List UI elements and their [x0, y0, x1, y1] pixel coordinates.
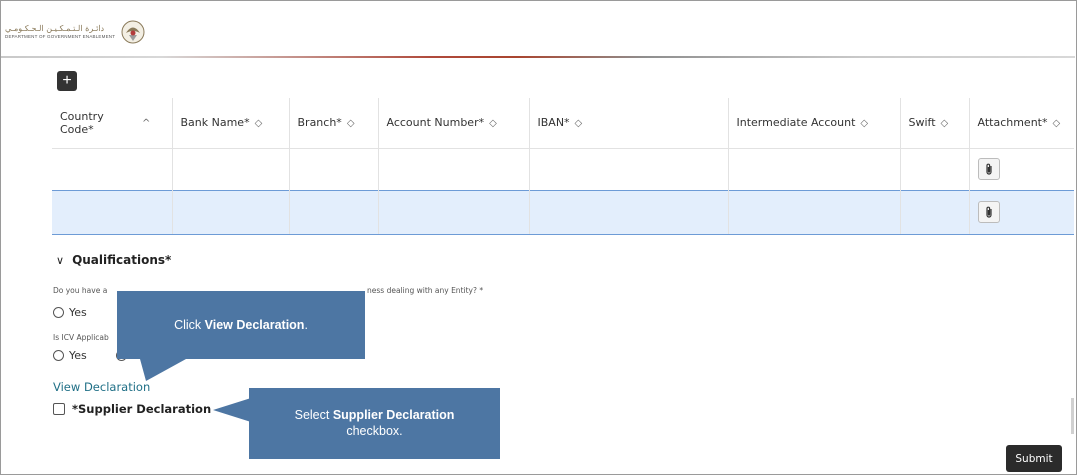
radio-label: Yes [69, 349, 87, 362]
supplier-declaration-checkbox-row[interactable]: *Supplier Declaration [53, 402, 211, 416]
table-header-row: Country Code* ^ Bank Name* ◇ Branch* ◇ Acco… [52, 98, 1074, 148]
column-label: Account Number* [386, 116, 485, 130]
table-row[interactable] [52, 147, 1074, 190]
column-header-bank-name[interactable]: Bank Name* ◇ [171, 98, 289, 148]
cell-bank-name[interactable] [171, 147, 289, 190]
column-label: Swift [908, 116, 936, 130]
radio-circle [53, 307, 64, 318]
chevron-down-icon: ∨ [56, 253, 65, 267]
sort-icon[interactable]: ◇ [255, 118, 263, 129]
tooltip-pointer-icon [213, 398, 251, 422]
tooltip-text-suffix: checkbox. [346, 423, 403, 438]
logo-arabic-text: دائـرة الـتـمـكـيـن الـحـكـومـي [5, 23, 105, 33]
column-label: Intermediate Account [736, 116, 856, 130]
sort-icon[interactable]: ◇ [941, 118, 949, 129]
scrollbar-thumb[interactable] [1071, 398, 1074, 434]
cell-intermediate-account[interactable] [727, 147, 900, 190]
cell-bank-name[interactable] [171, 189, 289, 235]
cell-branch[interactable] [288, 189, 378, 235]
tooltip-select-supplier-declaration: Select Supplier Declaration checkbox. [249, 388, 500, 459]
attach-file-button[interactable] [977, 158, 1000, 180]
cell-account-number[interactable] [377, 147, 529, 190]
paperclip-icon [985, 163, 992, 175]
sort-icon[interactable]: ◇ [860, 118, 868, 129]
sort-icon[interactable]: ◇ [347, 118, 355, 129]
column-header-country-code[interactable]: Country Code* ^ [52, 98, 172, 148]
column-label: IBAN* [537, 116, 570, 130]
cell-branch[interactable] [288, 147, 378, 190]
view-declaration-link[interactable]: View Declaration [53, 380, 150, 394]
sort-asc-icon[interactable]: ^ [142, 118, 150, 129]
tooltip-text-bold: View Declaration [204, 318, 305, 332]
bank-details-table: Country Code* ^ Bank Name* ◇ Branch* ◇ Acco… [52, 98, 1074, 235]
cell-swift[interactable] [899, 147, 969, 190]
logo-english-text: DEPARTMENT OF GOVERNMENT ENABLEMENT [5, 33, 116, 39]
cell-country-code[interactable] [52, 147, 172, 190]
tooltip-text-prefix: Click [174, 318, 205, 332]
department-logo[interactable]: دائـرة الـتـمـكـيـن الـحـكـومـي DEPARTME… [5, 19, 145, 45]
qualifications-title: Qualifications* [72, 253, 172, 267]
submit-button[interactable]: Submit [1006, 445, 1062, 472]
question-icv-applicable: Is ICV Applicab [53, 333, 109, 342]
column-header-swift[interactable]: Swift ◇ [899, 98, 969, 148]
cell-account-number[interactable] [377, 189, 529, 235]
header-divider [1, 56, 1075, 58]
app-header: دائـرة الـتـمـكـيـن الـحـكـومـي DEPARTME… [1, 1, 1075, 56]
cell-swift[interactable] [899, 189, 969, 235]
cell-attachment [968, 189, 1074, 235]
add-row-button[interactable]: + [57, 71, 77, 91]
cell-intermediate-account[interactable] [727, 189, 900, 235]
tooltip-text-prefix: Select [294, 407, 333, 422]
cell-iban[interactable] [528, 147, 728, 190]
cell-country-code[interactable] [52, 189, 172, 235]
paperclip-icon [985, 206, 992, 218]
sort-icon[interactable]: ◇ [575, 118, 583, 129]
cell-attachment [968, 147, 1074, 190]
column-header-branch[interactable]: Branch* ◇ [288, 98, 378, 148]
radio-label: Yes [69, 306, 87, 319]
tooltip-pointer-icon [140, 359, 186, 381]
column-header-attachment[interactable]: Attachment* ◇ [968, 98, 1074, 148]
column-header-intermediate-account[interactable]: Intermediate Account ◇ [727, 98, 900, 148]
table-row-selected[interactable] [52, 189, 1074, 235]
radio-business-yes[interactable]: Yes [53, 306, 87, 319]
column-header-account-number[interactable]: Account Number* ◇ [377, 98, 529, 148]
qualifications-section-toggle[interactable]: ∨ Qualifications* [56, 253, 171, 267]
emblem-icon [121, 20, 145, 44]
attach-file-button[interactable] [977, 201, 1000, 223]
column-header-iban[interactable]: IBAN* ◇ [528, 98, 728, 148]
sort-icon[interactable]: ◇ [1053, 118, 1061, 129]
question-business-dealing-start: Do you have a [53, 286, 108, 295]
radio-icv-yes[interactable]: Yes [53, 349, 87, 362]
supplier-declaration-label: *Supplier Declaration [72, 402, 212, 416]
tooltip-text-bold: Supplier Declaration [332, 407, 455, 422]
tooltip-text-suffix: . [304, 318, 308, 332]
column-label: Branch* [297, 116, 342, 130]
sort-icon[interactable]: ◇ [489, 118, 497, 129]
column-label: Attachment* [977, 116, 1048, 130]
radio-circle [53, 350, 64, 361]
column-label: Bank Name* [180, 116, 250, 130]
tooltip-click-view-declaration: Click View Declaration. [117, 291, 365, 359]
supplier-declaration-checkbox[interactable] [53, 403, 65, 415]
column-label: Country Code* [60, 109, 104, 136]
question-business-dealing-end: ness dealing with any Entity? * [367, 286, 484, 295]
cell-iban[interactable] [528, 189, 728, 235]
